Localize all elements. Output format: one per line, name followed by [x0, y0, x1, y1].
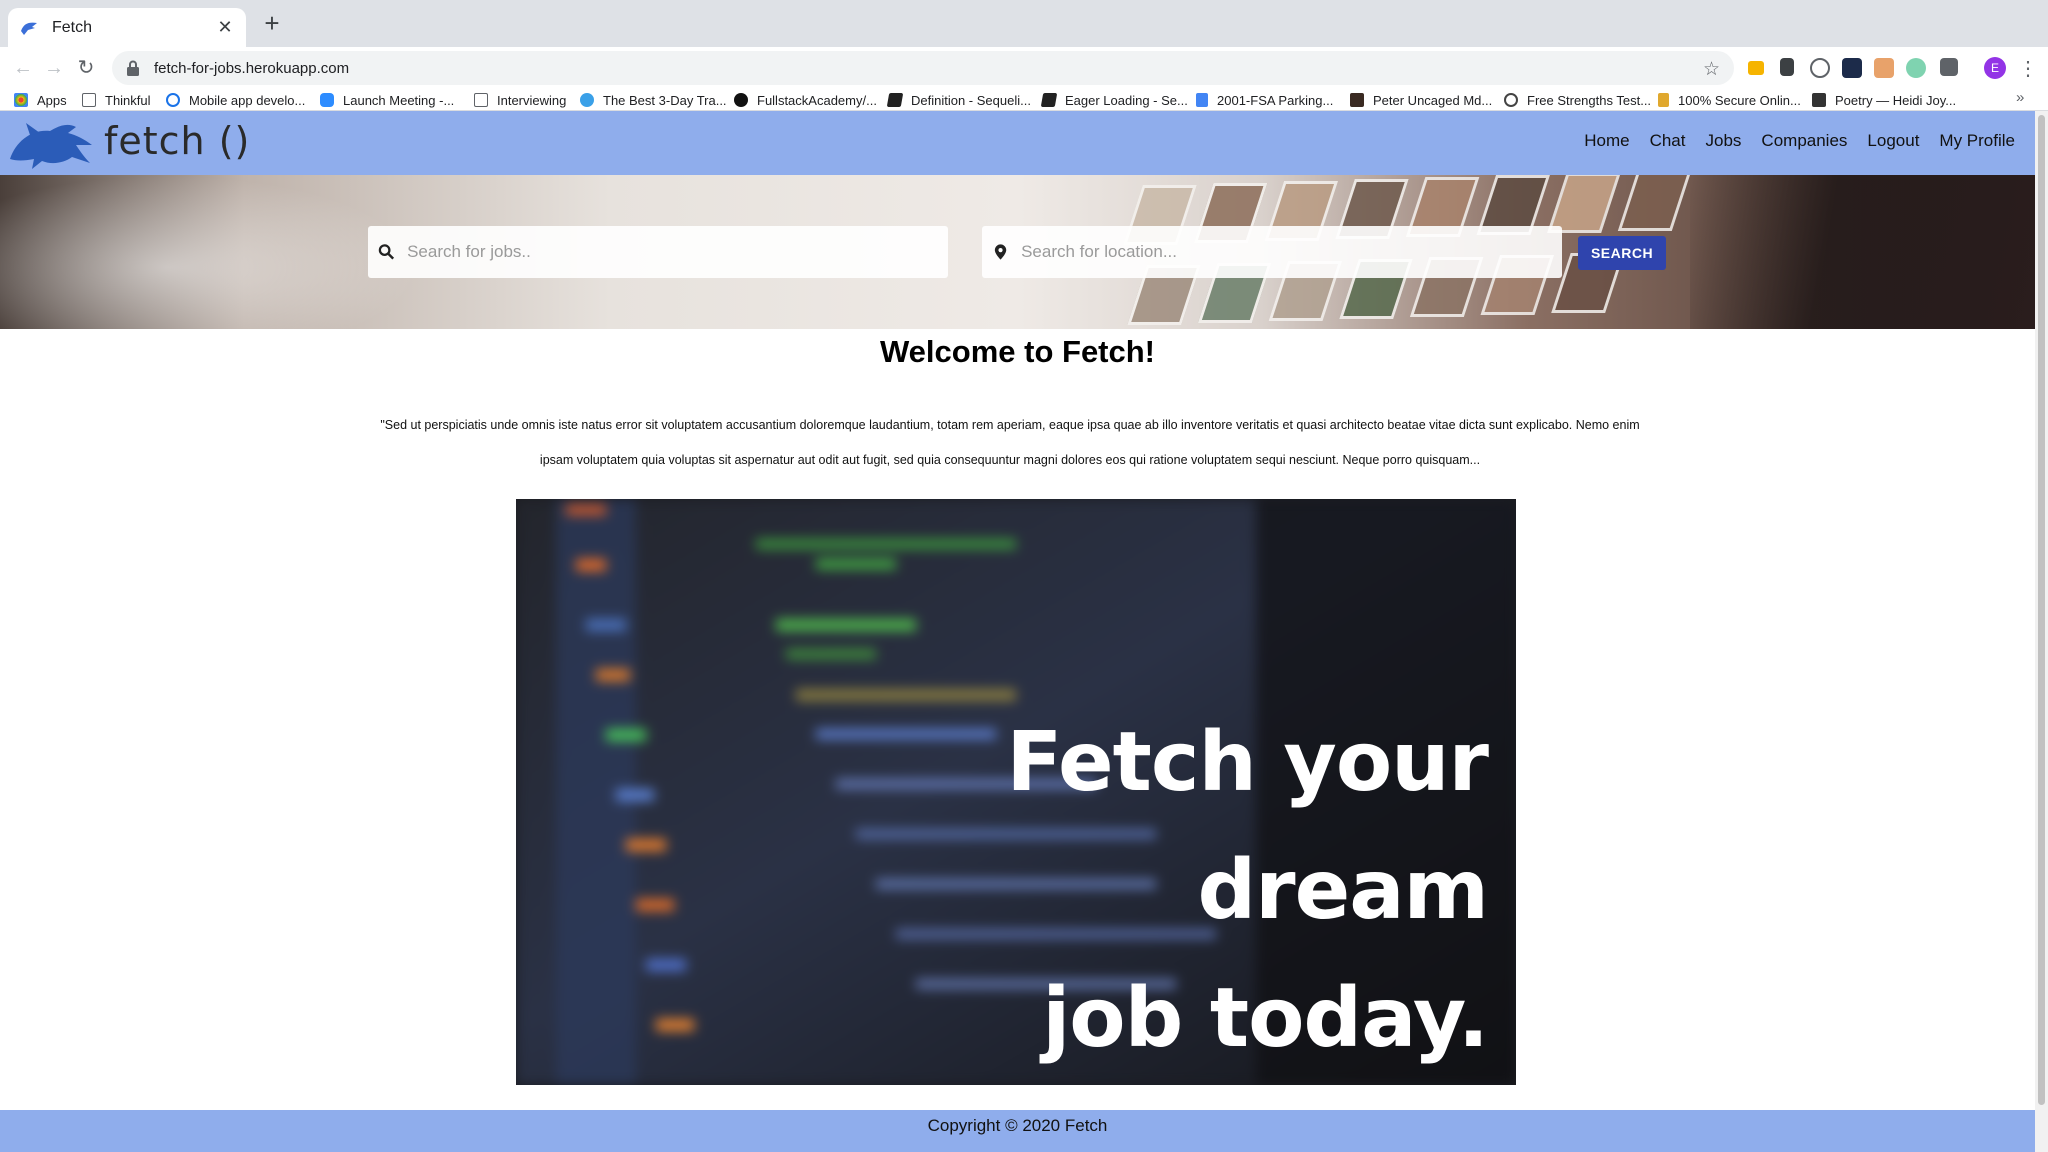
site-icon — [580, 93, 594, 107]
job-search-input[interactable] — [407, 242, 948, 262]
browser-tabstrip: Fetch ✕ + — [0, 0, 2048, 47]
extension-icon-5[interactable] — [1874, 58, 1894, 78]
bookmark-item[interactable]: Launch Meeting -... — [320, 89, 454, 111]
bookmark-item[interactable]: FullstackAcademy/... — [734, 89, 877, 111]
reload-icon[interactable]: ↻ — [73, 55, 99, 81]
lock-icon — [1658, 93, 1669, 107]
nav-my-profile[interactable]: My Profile — [1939, 131, 2015, 151]
new-tab-button[interactable]: + — [258, 9, 286, 37]
banner-headline-line-1: Fetch your dream — [1006, 715, 1489, 938]
extension-icon-7[interactable] — [1940, 58, 1958, 76]
bookmark-label: Thinkful — [105, 92, 151, 108]
bookmark-item[interactable]: Thinkful — [82, 89, 151, 111]
nav-home[interactable]: Home — [1584, 131, 1629, 151]
site-navbar: fetch () Home Chat Jobs Companies Logout… — [0, 111, 2035, 175]
logo-text[interactable]: fetch () — [104, 119, 250, 163]
gear-icon — [166, 93, 180, 107]
browser-tab-active[interactable]: Fetch ✕ — [8, 8, 246, 47]
bookmark-label: 2001-FSA Parking... — [1217, 92, 1334, 108]
bookmarks-bar: Apps Thinkful Mobile app develo... Launc… — [0, 89, 2048, 111]
bookmark-item[interactable]: The Best 3-Day Tra... — [580, 89, 727, 111]
fetch-logo-dog-icon[interactable] — [6, 115, 94, 171]
hero-background-shadow — [1690, 175, 2035, 329]
main-navigation: Home Chat Jobs Companies Logout My Profi… — [1584, 131, 2015, 151]
bookmarks-overflow-icon[interactable]: » — [2016, 89, 2024, 106]
bookmark-item[interactable]: Definition - Sequeli... — [886, 89, 1031, 111]
back-arrow-icon[interactable]: ← — [10, 55, 36, 81]
bookmark-item[interactable]: Free Strengths Test... — [1504, 89, 1651, 111]
bookmark-item[interactable]: Poetry — Heidi Joy... — [1812, 89, 1956, 111]
bookmark-item[interactable]: Apps — [14, 89, 67, 111]
page-scrollbar[interactable] — [2035, 111, 2048, 1152]
tab-close-icon[interactable]: ✕ — [216, 17, 234, 38]
welcome-heading: Welcome to Fetch! — [879, 334, 1156, 369]
scrollbar-thumb[interactable] — [2038, 115, 2045, 1105]
bookmark-item[interactable]: Peter Uncaged Md... — [1350, 89, 1492, 111]
image-icon — [1350, 93, 1364, 107]
extension-icon-2[interactable] — [1780, 58, 1794, 76]
bookmark-label: Eager Loading - Se... — [1065, 92, 1188, 108]
bookmark-label: The Best 3-Day Tra... — [603, 92, 727, 108]
book-icon — [1040, 93, 1058, 107]
bookmark-label: Peter Uncaged Md... — [1373, 92, 1493, 108]
video-icon — [320, 93, 334, 107]
location-pin-icon — [994, 244, 1007, 260]
hero-background-blur — [0, 175, 420, 329]
bookmark-label: Definition - Sequeli... — [911, 92, 1031, 108]
doc-icon — [1196, 93, 1208, 107]
search-button[interactable]: SEARCH — [1578, 236, 1666, 270]
nav-logout[interactable]: Logout — [1867, 131, 1919, 151]
cube-icon — [1812, 93, 1826, 107]
bookmark-label: Launch Meeting -... — [343, 92, 455, 108]
bookmark-item[interactable]: Eager Loading - Se... — [1040, 89, 1188, 111]
location-search-field[interactable] — [982, 226, 1562, 278]
forward-arrow-icon[interactable]: → — [41, 55, 67, 81]
bookmark-label: 100% Secure Onlin... — [1678, 92, 1801, 108]
bookmark-label: FullstackAcademy/... — [757, 92, 877, 108]
bookmark-item[interactable]: 2001-FSA Parking... — [1196, 89, 1333, 111]
hero-banner-image: Fetch your dream job today. — [516, 499, 1516, 1085]
apps-grid-icon — [14, 93, 28, 107]
nav-companies[interactable]: Companies — [1761, 131, 1847, 151]
bookmark-item[interactable]: Interviewing — [474, 89, 566, 111]
bookmark-label: Interviewing — [497, 92, 567, 108]
globe-icon — [1504, 93, 1518, 107]
book-icon — [886, 93, 904, 107]
extension-icon-3[interactable] — [1810, 58, 1830, 78]
tab-title: Fetch — [52, 18, 93, 36]
location-search-input[interactable] — [1021, 242, 1562, 262]
extension-icon-4[interactable] — [1842, 58, 1862, 78]
bookmark-item[interactable]: 100% Secure Onlin... — [1658, 89, 1801, 111]
nav-chat[interactable]: Chat — [1650, 131, 1686, 151]
bookmark-label: Mobile app develo... — [189, 92, 306, 108]
browser-toolbar: ← → ↻ fetch-for-jobs.herokuapp.com ☆ E ⋮ — [0, 47, 2048, 89]
profile-avatar[interactable]: E — [1984, 57, 2006, 79]
github-icon — [734, 93, 748, 107]
lock-icon — [127, 60, 139, 76]
intro-paragraph: "Sed ut perspiciatis unde omnis iste nat… — [380, 418, 1640, 467]
extension-icon-6[interactable] — [1906, 58, 1926, 78]
folder-icon — [474, 93, 488, 107]
extension-icon-1[interactable] — [1748, 61, 1764, 75]
site-footer: Copyright © 2020 Fetch — [0, 1110, 2035, 1152]
bookmark-label: Apps — [37, 92, 67, 108]
address-bar[interactable]: fetch-for-jobs.herokuapp.com ☆ — [112, 51, 1734, 85]
banner-headline: Fetch your dream job today. — [728, 699, 1489, 1083]
url-text: fetch-for-jobs.herokuapp.com — [154, 59, 350, 77]
bookmark-item[interactable]: Mobile app develo... — [166, 89, 305, 111]
fetch-favicon-icon — [20, 19, 38, 37]
bookmark-label: Poetry — Heidi Joy... — [1835, 92, 1957, 108]
job-search-field[interactable] — [368, 226, 948, 278]
bookmark-star-icon[interactable]: ☆ — [1703, 58, 1720, 81]
nav-jobs[interactable]: Jobs — [1706, 131, 1742, 151]
banner-headline-line-2: job today. — [1042, 971, 1489, 1066]
search-icon — [378, 244, 395, 260]
folder-icon — [82, 93, 96, 107]
bookmark-label: Free Strengths Test... — [1527, 92, 1652, 108]
page-viewport: fetch () Home Chat Jobs Companies Logout… — [0, 111, 2035, 1152]
search-hero: SEARCH — [0, 175, 2035, 329]
browser-menu-icon[interactable]: ⋮ — [2018, 56, 2038, 81]
